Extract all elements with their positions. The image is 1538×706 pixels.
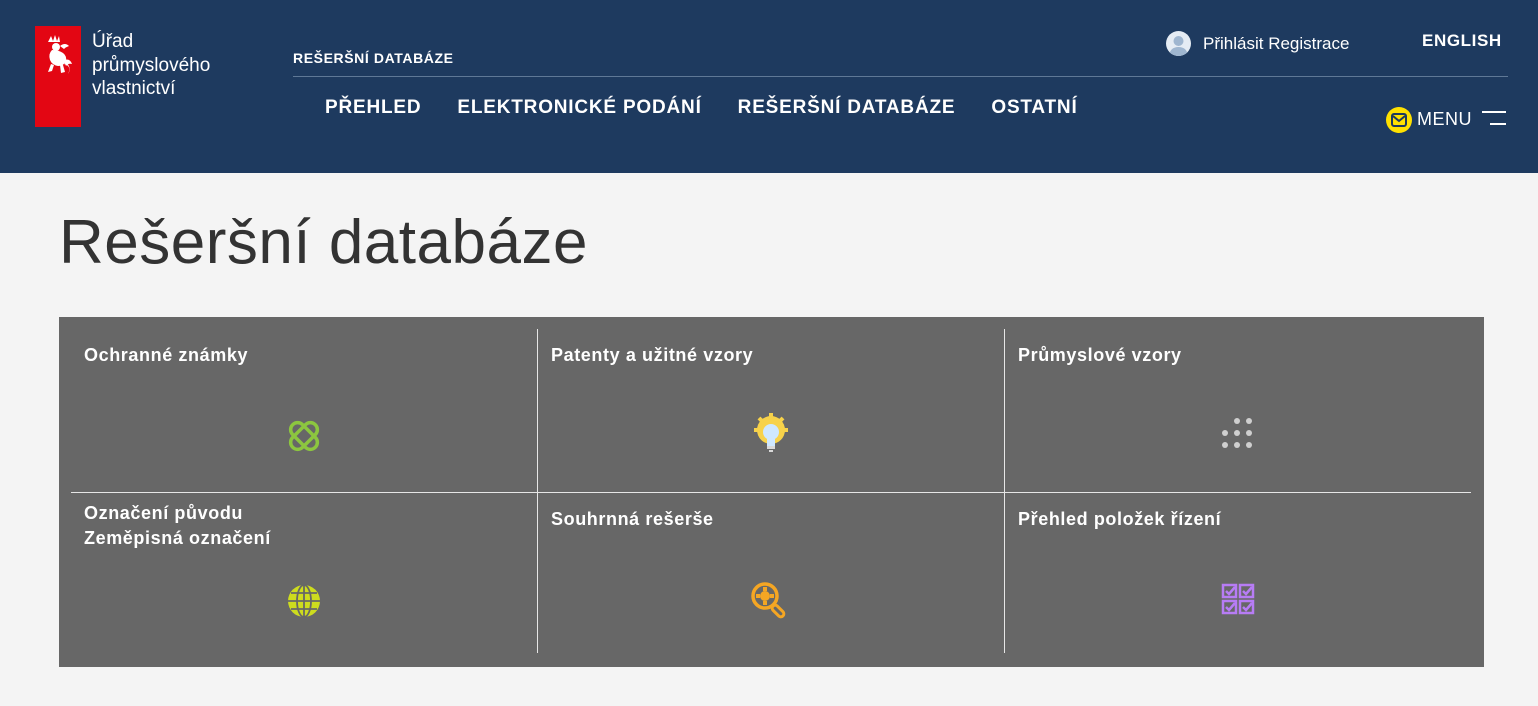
logo-line: Úřad (92, 30, 242, 54)
hamburger-icon[interactable] (1482, 111, 1506, 127)
logo-line: průmyslového (92, 54, 242, 78)
nav-item-reserse-databaze[interactable]: REŠERŠNÍ DATABÁZE (738, 97, 956, 119)
site-header: Úřad průmyslového vlastnictví REŠERŠNÍ D… (0, 0, 1538, 173)
nav-item-ostatni[interactable]: OSTATNÍ (991, 97, 1077, 119)
globe-icon (286, 583, 322, 619)
main-nav: PŘEHLED ELEKTRONICKÉ PODÁNÍ REŠERŠNÍ DAT… (325, 97, 1114, 119)
account-links: Přihlásit Registrace (1203, 34, 1349, 54)
tile-title: Souhrnná rešerše (551, 509, 714, 530)
trademark-knot-icon (285, 417, 323, 455)
nav-item-elektronicke-podani[interactable]: ELEKTRONICKÉ PODÁNÍ (457, 97, 701, 119)
section-label[interactable]: REŠERŠNÍ DATABÁZE (293, 50, 454, 66)
user-avatar-icon[interactable] (1166, 31, 1191, 56)
magnifier-gear-icon (750, 581, 790, 621)
lightbulb-gear-icon (750, 413, 792, 455)
tile-title: Označení původu Zeměpisná označení (84, 501, 271, 550)
database-tiles: Ochranné známky Patenty a užitné vzory (59, 317, 1484, 667)
tile-title: Ochranné známky (84, 345, 248, 366)
tile-title: Patenty a užitné vzory (551, 345, 753, 366)
lion-emblem-icon (40, 32, 76, 76)
tile-title-line: Zeměpisná označení (84, 526, 271, 551)
logo-text[interactable]: Úřad průmyslového vlastnictví (92, 30, 242, 101)
tile-prehled-polozek-rizeni[interactable]: Přehled položek řízení (1005, 493, 1471, 653)
tile-title: Průmyslové vzory (1018, 345, 1182, 366)
tile-title-line: Označení původu (84, 501, 271, 526)
mail-icon[interactable] (1386, 107, 1412, 133)
register-link[interactable]: Registrace (1268, 34, 1349, 53)
menu-label[interactable]: MENU (1417, 109, 1472, 130)
tile-title: Přehled položek řízení (1018, 509, 1221, 530)
tile-oznaceni-puvodu[interactable]: Označení původu Zeměpisná označení (71, 493, 537, 653)
logo-flag[interactable] (35, 26, 81, 127)
tile-ochranne-znamky[interactable]: Ochranné známky (71, 329, 537, 492)
login-link[interactable]: Přihlásit (1203, 34, 1263, 53)
nav-item-prehled[interactable]: PŘEHLED (325, 97, 421, 119)
tile-prumyslove-vzory[interactable]: Průmyslové vzory (1005, 329, 1471, 492)
tile-souhrnna-reserse[interactable]: Souhrnná rešerše (538, 493, 1004, 653)
tile-patenty[interactable]: Patenty a užitné vzory (538, 329, 1004, 492)
dot-grid-icon (1219, 417, 1255, 453)
page-title: Rešeršní databáze (59, 207, 588, 278)
language-switch[interactable]: ENGLISH (1422, 31, 1502, 51)
header-divider (293, 76, 1508, 77)
checklist-icon (1221, 583, 1255, 615)
logo-line: vlastnictví (92, 77, 242, 101)
